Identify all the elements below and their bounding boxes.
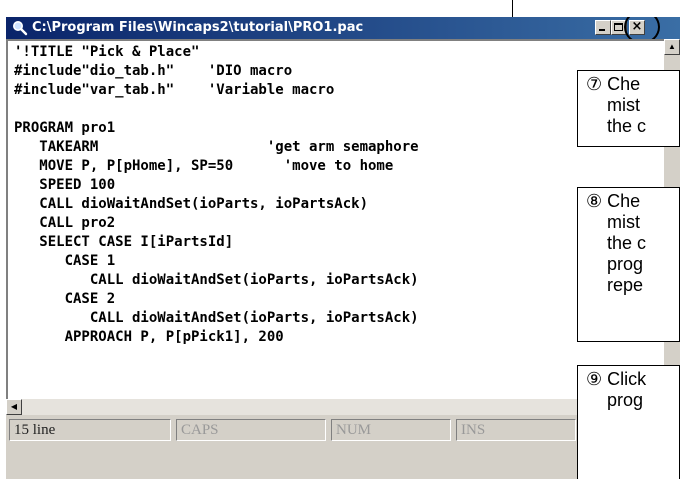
- scroll-up-button[interactable]: ▲: [664, 39, 680, 55]
- callout-number: ⑦: [586, 74, 603, 94]
- arrow-up-icon: ▲: [668, 42, 676, 51]
- callout-text: prog: [607, 254, 644, 274]
- code-line: CASE 1: [14, 253, 116, 269]
- code-line: CALL dioWaitAndSet(ioParts, ioPartsAck): [14, 196, 369, 212]
- code-text[interactable]: '!TITLE "Pick & Place" #include"dio_tab.…: [14, 43, 419, 347]
- callout-step-9: ⑨ Click prog: [577, 365, 680, 479]
- code-line: APPROACH P, P[pPick1], 200: [14, 329, 284, 345]
- status-ins: INS: [456, 419, 576, 441]
- code-line: MOVE P, P[pHome], SP=50 'move to home: [14, 158, 394, 174]
- minimize-button[interactable]: [595, 20, 611, 35]
- callout-number: ⑧: [586, 191, 603, 211]
- code-line: SELECT CASE I[iPartsId]: [14, 234, 234, 250]
- minimize-icon: [599, 29, 605, 31]
- callout-text: repe: [607, 275, 644, 295]
- code-line: CALL dioWaitAndSet(ioParts, ioPartsAck): [14, 272, 419, 288]
- callout-leader-line: [512, 0, 513, 17]
- code-line: CALL pro2: [14, 215, 116, 231]
- callout-step-8: ⑧ Che mist the c prog repe: [577, 187, 680, 342]
- code-line: TAKEARM 'get arm semaphore: [14, 139, 419, 155]
- callout-text: mist: [607, 95, 640, 115]
- code-line: #include"var_tab.h" 'Variable macro: [14, 82, 335, 98]
- title-bar[interactable]: C:\Program Files\Wincaps2\tutorial\PRO1.…: [6, 17, 680, 44]
- callout-text: mist: [607, 212, 640, 232]
- scroll-left-button[interactable]: ◀: [6, 399, 22, 415]
- code-line: CALL dioWaitAndSet(ioParts, ioPartsAck): [14, 310, 419, 326]
- callout-step-7: ⑦ Che mist the c: [577, 70, 680, 147]
- callout-text: Che: [607, 74, 641, 94]
- callout-text: Click: [607, 369, 647, 389]
- code-line: SPEED 100: [14, 177, 116, 193]
- code-line: PROGRAM pro1: [14, 120, 116, 136]
- callout-number: ⑨: [586, 369, 603, 389]
- window-title: C:\Program Files\Wincaps2\tutorial\PRO1.…: [32, 20, 364, 35]
- callout-text: the c: [607, 116, 647, 136]
- status-num: NUM: [331, 419, 451, 441]
- magnifier-icon: [13, 21, 28, 36]
- maximize-icon: [614, 23, 623, 31]
- callout-text: Che: [607, 191, 641, 211]
- status-caps: CAPS: [176, 419, 326, 441]
- code-line: '!TITLE "Pick & Place": [14, 44, 200, 60]
- status-line-count: 15 line: [9, 419, 171, 441]
- callout-text: prog: [607, 390, 644, 410]
- code-line: CASE 2: [14, 291, 116, 307]
- callout-text: the c: [607, 233, 647, 253]
- arrow-left-icon: ◀: [10, 402, 18, 411]
- code-line: #include"dio_tab.h" 'DIO macro: [14, 63, 293, 79]
